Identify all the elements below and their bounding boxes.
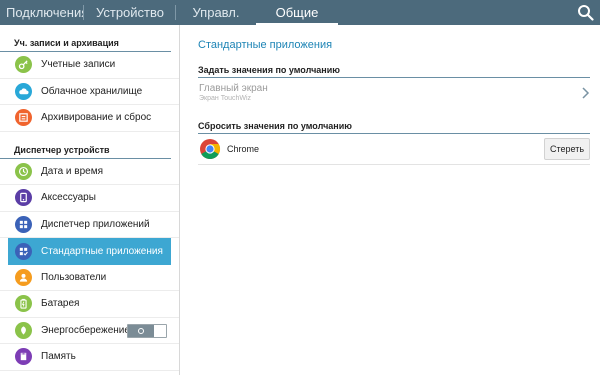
- users-icon: [15, 268, 32, 286]
- default-apps-panel: Стандартные приложения Задать значения п…: [181, 25, 600, 375]
- sidebar-item-label: Диспетчер приложений: [41, 218, 150, 230]
- settings-sidebar: Уч. записи и архивация Учетные записи Об…: [0, 25, 180, 375]
- home-screen-subtitle: Экран TouchWiz: [199, 95, 252, 102]
- sidebar-item-label: Батарея: [41, 298, 80, 310]
- top-tab-bar: Подключения Устройство Управл. Общие: [0, 0, 600, 25]
- section-header-clear-defaults: Сбросить значения по умолчанию: [198, 121, 590, 134]
- page-title: Стандартные приложения: [198, 39, 333, 51]
- sidebar-item-date-time[interactable]: Дата и время: [0, 159, 179, 185]
- sidebar-item-memory[interactable]: Память: [0, 344, 179, 371]
- home-screen-title: Главный экран: [199, 83, 268, 94]
- sidebar-item-default-apps[interactable]: Стандартные приложения: [8, 238, 171, 265]
- sidebar-item-cloud[interactable]: Облачное хранилище: [0, 79, 179, 105]
- tab-controls[interactable]: Управл.: [176, 0, 256, 25]
- sidebar-item-label: Облачное хранилище: [41, 85, 143, 97]
- backup-icon: [15, 109, 32, 127]
- sidebar-item-label: Дата и время: [41, 165, 104, 177]
- toggle-off-knob: [128, 324, 154, 337]
- sidebar-item-label: Аксессуары: [41, 192, 96, 204]
- sidebar-item-accounts[interactable]: Учетные записи: [0, 52, 179, 79]
- sidebar-item-users[interactable]: Пользователи: [0, 265, 179, 291]
- power-saving-toggle[interactable]: [127, 323, 167, 338]
- app-row-chrome: Chrome Стереть: [198, 135, 590, 165]
- cloud-icon: [15, 82, 32, 100]
- key-icon: [15, 56, 32, 74]
- clear-defaults-button[interactable]: Стереть: [544, 138, 590, 160]
- chrome-icon: [200, 139, 220, 159]
- default-apps-icon: [15, 242, 32, 260]
- chevron-right-icon: [582, 87, 590, 99]
- sidebar-item-label: Энергосбережение: [41, 324, 130, 336]
- memory-icon: [15, 348, 32, 366]
- section-header-set-defaults: Задать значения по умолчанию: [198, 65, 590, 78]
- sidebar-section-header: Диспетчер устройств: [0, 132, 171, 159]
- tab-general[interactable]: Общие: [256, 0, 338, 25]
- sidebar-item-app-manager[interactable]: Диспетчер приложений: [0, 212, 179, 238]
- battery-icon: [15, 295, 32, 313]
- sidebar-item-label: Память: [41, 351, 76, 363]
- sidebar-section-header: Уч. записи и архивация: [0, 25, 171, 52]
- power-saving-icon: [15, 321, 32, 339]
- sidebar-item-label: Пользователи: [41, 271, 107, 283]
- home-screen-row[interactable]: Главный экран Экран TouchWiz: [198, 80, 590, 110]
- sidebar-item-backup-reset[interactable]: Архивирование и сброс: [0, 105, 179, 132]
- sidebar-item-label: Архивирование и сброс: [41, 112, 152, 124]
- tab-connections[interactable]: Подключения: [0, 0, 84, 25]
- sidebar-item-battery[interactable]: Батарея: [0, 291, 179, 318]
- sidebar-item-accessories[interactable]: Аксессуары: [0, 185, 179, 212]
- sidebar-item-label: Стандартные приложения: [41, 245, 163, 257]
- clock-icon: [15, 162, 32, 180]
- search-icon[interactable]: [577, 4, 594, 21]
- tab-device[interactable]: Устройство: [84, 0, 176, 25]
- sidebar-item-power-saving[interactable]: Энергосбережение: [0, 318, 179, 344]
- sidebar-item-label: Учетные записи: [41, 59, 116, 71]
- app-name: Chrome: [227, 144, 260, 154]
- apps-grid-icon: [15, 215, 32, 233]
- accessory-icon: [15, 189, 32, 207]
